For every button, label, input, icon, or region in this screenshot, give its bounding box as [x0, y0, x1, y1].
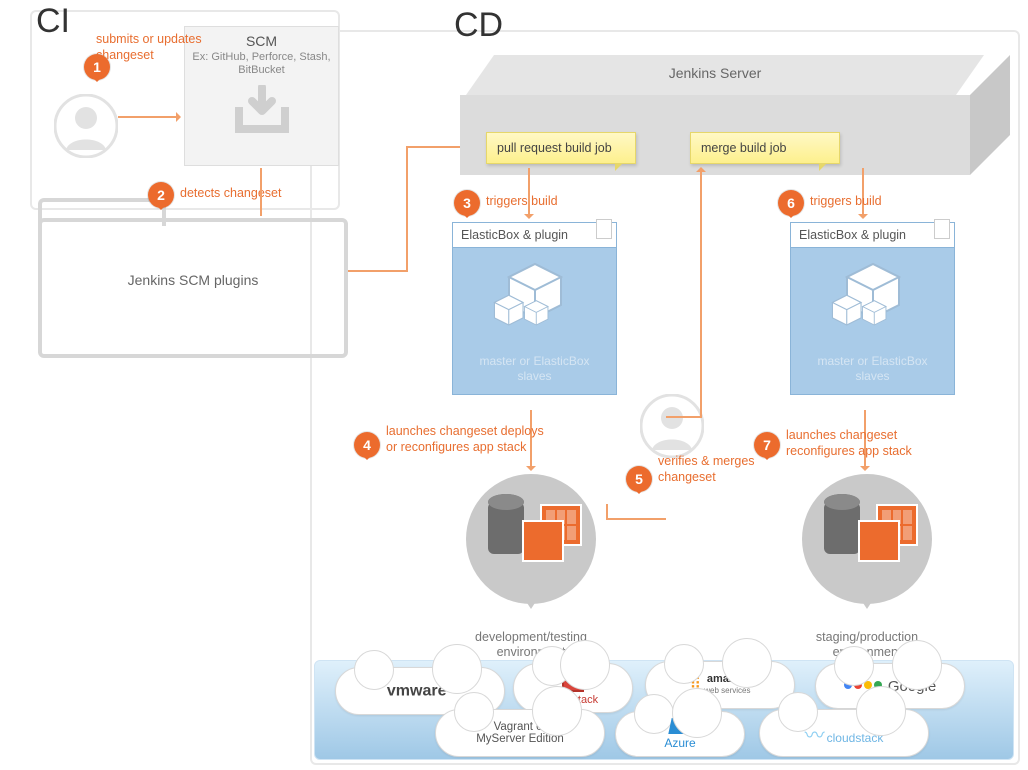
boxes-icon [828, 258, 918, 348]
download-icon [227, 85, 297, 141]
step-4-caption: launches changeset deploys or reconfigur… [386, 424, 546, 455]
env-prod: staging/production environment [782, 474, 952, 660]
database-icon [488, 502, 524, 554]
server-label: Jenkins Server [460, 65, 970, 81]
step-3-marker: 3 [454, 190, 480, 216]
ci-heading: CI [36, 2, 70, 41]
step-4-marker: 4 [354, 432, 380, 458]
arrow-ci-scm [118, 116, 180, 118]
step-1-caption: submits or updates changeset [96, 32, 256, 63]
boxes-icon [490, 258, 580, 348]
connector-a2 [406, 146, 408, 272]
ci-user-icon [54, 94, 118, 158]
cloud-vagrant: Vagrant or MyServer Edition [435, 709, 605, 757]
connector-scm-plugins [260, 168, 262, 216]
app-stack-icon [522, 504, 582, 562]
eb-title-left: ElasticBox & plugin [453, 223, 616, 248]
plugins-label: Jenkins SCM plugins [42, 272, 344, 288]
azure-logo-icon [668, 718, 691, 734]
plugins-folder: Jenkins SCM plugins [38, 218, 348, 358]
eb-caption-right: master or ElasticBox slaves [801, 354, 944, 384]
step-7-caption: launches changeset reconfigures app stac… [786, 428, 946, 459]
eb-caption-left: master or ElasticBox slaves [463, 354, 606, 384]
connector-s5c [700, 168, 702, 418]
elasticbox-card-right: ElasticBox & plugin master or ElasticBox… [790, 222, 955, 395]
app-stack-icon [858, 504, 918, 562]
cd-heading: CD [454, 6, 503, 45]
step-2-marker: 2 [148, 182, 174, 208]
cloudstack-logo-icon: cloudstack [805, 719, 884, 748]
step-2-caption: detects changeset [180, 186, 281, 202]
env-dev: development/testing environment [446, 474, 616, 660]
note-merge: merge build job [690, 132, 840, 164]
step-6-caption: triggers build [810, 194, 882, 210]
note-pull-request: pull request build job [486, 132, 636, 164]
cloud-azure: Azure [615, 711, 745, 757]
step-6-marker: 6 [778, 190, 804, 216]
connector-s3 [528, 168, 530, 218]
elasticbox-card-left: ElasticBox & plugin master or ElasticBox… [452, 222, 617, 395]
connector-s5d [666, 416, 702, 418]
connector-a1 [348, 270, 408, 272]
cd-user-icon [640, 394, 704, 458]
cloud-cloudstack: cloudstack [759, 709, 929, 757]
database-icon [824, 502, 860, 554]
step-3-caption: triggers build [486, 194, 558, 210]
step-5-marker: 5 [626, 466, 652, 492]
cloud-providers: vmware® openstack amazonweb services Goo… [314, 660, 1014, 760]
step-5-caption: verifies & merges changeset [658, 454, 768, 485]
eb-title-right: ElasticBox & plugin [791, 223, 954, 248]
connector-s6 [862, 168, 864, 218]
